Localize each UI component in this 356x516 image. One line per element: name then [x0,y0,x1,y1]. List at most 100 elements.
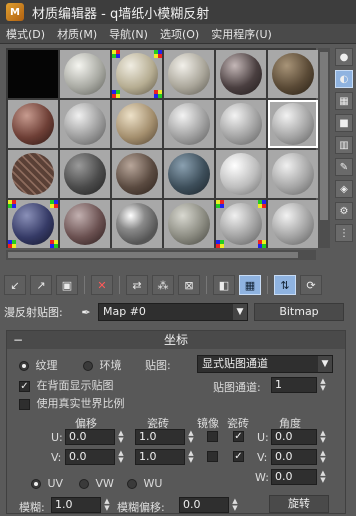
sample-slot[interactable] [216,150,266,198]
sample-slot[interactable] [216,100,266,148]
map-type-button[interactable]: Bitmap [254,303,344,321]
sample-slot[interactable] [8,200,58,248]
map-channel-spinner[interactable]: 1 ▲ ▼ [271,377,326,393]
sample-slot[interactable] [164,200,214,248]
background-checker-icon[interactable]: ▦ [335,92,353,110]
v-mirror-checkbox[interactable] [207,451,218,462]
u-offset-spinner[interactable]: 0.0 ▲ ▼ [65,429,124,445]
rollout-header[interactable]: − 坐标 [7,331,345,349]
spinner-arrows-icon[interactable]: ▲ ▼ [116,450,126,464]
environ-option[interactable]: 环境 [83,357,122,373]
sample-slot[interactable] [164,150,214,198]
v-tile-checkbox[interactable]: ✓ [233,451,244,462]
menu-utilities[interactable]: 实用程序(U) [205,26,278,42]
get-material-icon[interactable]: ↙ [4,275,26,295]
texture-radio[interactable] [19,361,29,371]
real-world-option[interactable]: 使用真实世界比例 [19,395,125,411]
options-icon[interactable]: ◈ [335,180,353,198]
blur-offset-spinner[interactable]: 0.0 ▲ ▼ [179,497,238,513]
go-forward-sibling-icon[interactable]: ⟳ [300,275,322,295]
slots-horizontal-scrollbar[interactable] [6,250,316,260]
v-angle-spinner[interactable]: 0.0 ▲ ▼ [271,449,326,465]
backlight-icon[interactable]: ◐ [335,70,353,88]
spinner-arrows-icon[interactable]: ▲ ▼ [318,378,328,392]
w-angle-spinner[interactable]: 0.0 ▲ ▼ [271,469,326,485]
sample-slot[interactable] [268,150,318,198]
blur-spinner[interactable]: 1.0 ▲ ▼ [51,497,110,513]
slots-vertical-scrollbar[interactable] [318,48,330,248]
spinner-arrows-icon[interactable]: ▲ ▼ [186,430,196,444]
sample-slot[interactable] [112,150,162,198]
show-on-back-option[interactable]: ✓ 在背面显示贴图 [19,377,114,393]
uv-option[interactable]: UV [31,477,63,490]
chevron-down-icon[interactable]: ▼ [318,356,332,372]
sample-slot[interactable] [112,100,162,148]
uv-radio[interactable] [31,479,41,489]
sample-slot[interactable] [8,50,58,98]
texture-option[interactable]: 纹理 [19,357,58,373]
sample-slot[interactable] [268,200,318,248]
material-id-channel-icon[interactable]: ⊠ [178,275,200,295]
u-tiling-spinner[interactable]: 1.0 ▲ ▼ [135,429,194,445]
rotate-button[interactable]: 旋转 [269,495,329,513]
scrollbar-thumb[interactable] [320,52,328,220]
spinner-arrows-icon[interactable]: ▲ ▼ [318,430,328,444]
spinner-arrows-icon[interactable]: ▲ ▼ [318,470,328,484]
sample-slot[interactable] [8,100,58,148]
assign-material-icon[interactable]: ▣ [56,275,78,295]
sample-slot[interactable] [164,50,214,98]
select-by-material-icon[interactable]: ⚙ [335,202,353,220]
sample-slot[interactable] [112,50,162,98]
put-to-scene-icon[interactable]: ↗ [30,275,52,295]
spinner-arrows-icon[interactable]: ▲ ▼ [230,498,240,512]
show-end-result-icon[interactable]: ▦ [239,275,261,295]
spinner-arrows-icon[interactable]: ▲ ▼ [318,450,328,464]
show-shaded-map-icon[interactable]: ◧ [213,275,235,295]
u-angle-spinner[interactable]: 0.0 ▲ ▼ [271,429,326,445]
vw-option[interactable]: VW [79,477,114,490]
scrollbar-thumb[interactable] [8,252,298,258]
real-world-checkbox[interactable] [19,398,30,410]
environ-radio[interactable] [83,361,93,371]
u-tile-checkbox[interactable]: ✓ [233,431,244,442]
collapse-icon[interactable]: − [13,331,23,349]
menu-mode[interactable]: 模式(D) [0,26,51,42]
sample-uv-tiling-icon[interactable]: ■ [335,114,353,132]
material-map-navigator-icon[interactable]: ⋮ [335,224,353,242]
sample-slot[interactable] [216,50,266,98]
v-offset-spinner[interactable]: 0.0 ▲ ▼ [65,449,124,465]
go-to-parent-icon[interactable]: ⇅ [274,275,296,295]
spinner-arrows-icon[interactable]: ▲ ▼ [102,498,112,512]
sample-slot[interactable] [164,100,214,148]
sample-slot[interactable] [60,150,110,198]
make-unique-icon[interactable]: ⇄ [126,275,148,295]
chevron-down-icon[interactable]: ▼ [233,304,247,320]
show-on-back-checkbox[interactable]: ✓ [19,380,30,392]
menu-material[interactable]: 材质(M) [51,26,103,42]
menu-navigation[interactable]: 导航(N) [103,26,154,42]
video-color-check-icon[interactable]: ▥ [335,136,353,154]
sample-slot[interactable] [268,100,318,148]
put-to-library-icon[interactable]: ⁂ [152,275,174,295]
sample-type-icon[interactable]: ● [335,48,353,66]
menu-options[interactable]: 选项(O) [154,26,205,42]
v-tiling-spinner[interactable]: 1.0 ▲ ▼ [135,449,194,465]
sample-slot[interactable] [60,200,110,248]
sample-slot[interactable] [268,50,318,98]
sample-slot[interactable] [112,200,162,248]
sample-slot[interactable] [60,50,110,98]
u-mirror-checkbox[interactable] [207,431,218,442]
spinner-arrows-icon[interactable]: ▲ ▼ [186,450,196,464]
sample-slot[interactable] [60,100,110,148]
sample-slot[interactable] [8,150,58,198]
wu-radio[interactable] [127,479,137,489]
material-name-field[interactable]: Map #0 ▼ [98,303,248,321]
make-preview-icon[interactable]: ✎ [335,158,353,176]
wu-option[interactable]: WU [127,477,162,490]
mapping-dropdown[interactable]: 显式贴图通道 ▼ [197,355,333,373]
vw-radio[interactable] [79,479,89,489]
spinner-arrows-icon[interactable]: ▲ ▼ [116,430,126,444]
sample-slot[interactable] [216,200,266,248]
reset-map-icon[interactable]: ✕ [91,275,113,295]
eyedropper-icon[interactable]: ✒ [78,306,94,319]
